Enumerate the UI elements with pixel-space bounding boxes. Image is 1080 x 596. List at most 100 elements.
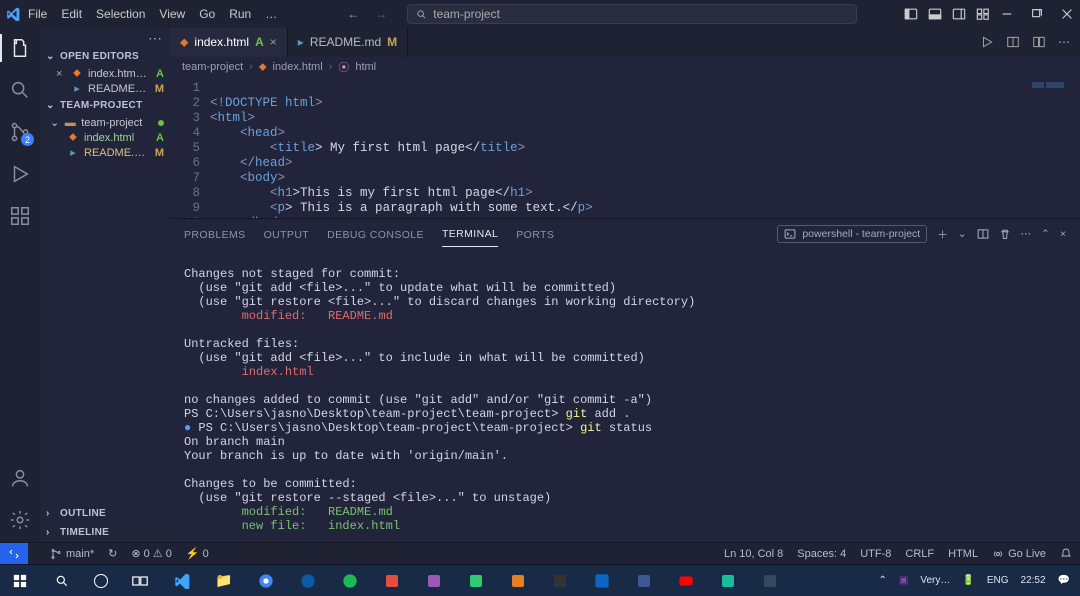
tray-chevron-icon[interactable]: ⌃ [879,575,887,586]
sync-icon[interactable]: ↻ [108,547,117,560]
settings-gear-icon[interactable] [8,508,32,532]
toggle-secondary-sidebar-icon[interactable] [952,7,966,21]
app-icon[interactable] [382,571,402,591]
linkedin-icon[interactable] [592,571,612,591]
panel-tab-ports[interactable]: PORTS [516,229,554,247]
menu-more[interactable]: … [265,7,277,21]
breadcrumb-item[interactable]: index.html [273,61,323,73]
menu-run[interactable]: Run [229,7,251,21]
language-mode[interactable]: HTML [948,548,978,560]
tab-readme[interactable]: ▸ README.md M [288,28,408,57]
menu-selection[interactable]: Selection [96,7,145,21]
terminal-shell-selector[interactable]: powershell - team-project [777,225,927,243]
ports-status[interactable]: ⚡ 0 [186,547,209,560]
maximize-panel-icon[interactable]: ⌃ [1041,228,1050,240]
tab-index-html[interactable]: ⬥ index.html A × [170,28,288,57]
app-icon[interactable] [634,571,654,591]
menu-go[interactable]: Go [199,7,215,21]
problems-status[interactable]: ⊗ 0 ⚠ 0 [131,547,171,560]
panel-tab-terminal[interactable]: TERMINAL [442,228,498,247]
chrome-icon[interactable] [256,571,276,591]
app-icon[interactable] [550,571,570,591]
menu-view[interactable]: View [159,7,185,21]
file-item[interactable]: ⬥ index.html A [40,130,170,145]
tray-lang[interactable]: ENG [987,575,1009,586]
code-editor[interactable]: 12345678910 <!DOCTYPE html> <html> <head… [170,78,1080,218]
tray-weather[interactable]: Very… [920,575,950,586]
close-icon[interactable]: × [56,68,66,80]
code-content[interactable]: <!DOCTYPE html> <html> <head> <title> My… [210,78,1080,218]
nav-back[interactable]: ← [347,7,359,21]
source-control-icon[interactable]: 2 [8,120,32,144]
customize-layout-icon[interactable] [976,7,990,21]
indent-status[interactable]: Spaces: 4 [797,548,846,560]
extensions-icon[interactable] [8,204,32,228]
timeline-header[interactable]: ›TIMELINE [40,523,170,542]
kill-terminal-icon[interactable] [999,228,1011,240]
nav-forward[interactable]: → [375,7,387,21]
maximize-icon[interactable] [1030,7,1044,21]
tray-notifications-icon[interactable]: 💬 [1058,575,1070,586]
toggle-primary-sidebar-icon[interactable] [904,7,918,21]
vscode-taskbar-icon[interactable] [172,571,192,591]
tray-app-icon[interactable]: ▣ [899,575,908,586]
app-icon[interactable] [718,571,738,591]
split-editor-icon[interactable] [1006,35,1020,49]
open-editor-item[interactable]: ▸ README.… M [40,81,170,96]
minimap[interactable] [1012,82,1072,112]
app-icon[interactable] [466,571,486,591]
explorer-taskbar-icon[interactable]: 📁 [214,571,234,591]
tab-close-icon[interactable]: × [270,35,277,49]
accounts-icon[interactable] [8,466,32,490]
minimize-icon[interactable] [1000,7,1014,21]
panel-tab-output[interactable]: OUTPUT [264,229,310,247]
panel-tab-problems[interactable]: PROBLEMS [184,229,246,247]
new-terminal-icon[interactable]: ＋ [937,227,948,242]
terminal-content[interactable]: Changes not staged for commit: (use "git… [170,247,1080,542]
breadcrumb-item[interactable]: team-project [182,61,243,73]
run-debug-icon[interactable] [8,162,32,186]
tray-clock[interactable]: 22:52 [1021,575,1046,586]
app-icon[interactable] [424,571,444,591]
task-view-icon[interactable] [130,571,150,591]
file-item[interactable]: ▸ README.md M [40,145,170,160]
cursor-position[interactable]: Ln 10, Col 8 [724,548,783,560]
sidebar-more-icon[interactable]: ⋯ [40,28,170,47]
app-icon[interactable] [760,571,780,591]
open-editor-item[interactable]: × ⬥ index.html… A [40,66,170,81]
remote-indicator[interactable] [0,543,28,565]
panel-tab-debug[interactable]: DEBUG CONSOLE [327,229,424,247]
close-panel-icon[interactable]: × [1060,228,1066,240]
outline-header[interactable]: ›OUTLINE [40,504,170,523]
encoding-status[interactable]: UTF-8 [860,548,891,560]
tray-battery-icon[interactable]: 🔋 [962,575,974,586]
start-icon[interactable] [10,571,30,591]
split-terminal-icon[interactable] [977,228,989,240]
spotify-icon[interactable] [340,571,360,591]
app-icon[interactable] [508,571,528,591]
run-icon[interactable] [980,35,994,49]
close-icon[interactable] [1060,7,1074,21]
notifications-icon[interactable] [1060,548,1072,560]
open-editors-header[interactable]: ⌄OPEN EDITORS [40,47,170,66]
cortana-icon[interactable] [94,574,108,588]
youtube-icon[interactable] [676,571,696,591]
go-live-button[interactable]: Go Live [992,548,1046,560]
explorer-icon[interactable] [8,36,32,60]
search-activity-icon[interactable] [8,78,32,102]
edge-icon[interactable] [298,571,318,591]
taskbar-search-icon[interactable] [52,571,72,591]
breadcrumb-item[interactable]: html [355,61,376,73]
toggle-panel-icon[interactable] [928,7,942,21]
menu-file[interactable]: File [28,7,47,21]
breadcrumb[interactable]: team-project› ⬥ index.html› ⦿ html [170,57,1080,78]
folder-item[interactable]: ⌄ ▬ team-project [40,115,170,130]
terminal-dropdown-icon[interactable]: ⌄ [958,228,967,240]
more-actions-icon[interactable]: ⋯ [1058,35,1070,49]
diff-icon[interactable] [1032,35,1046,49]
git-branch[interactable]: main* [50,548,94,560]
eol-status[interactable]: CRLF [905,548,934,560]
command-center-search[interactable]: team-project [407,4,857,24]
more-actions-icon[interactable]: ⋯ [1021,228,1032,240]
menu-edit[interactable]: Edit [61,7,82,21]
